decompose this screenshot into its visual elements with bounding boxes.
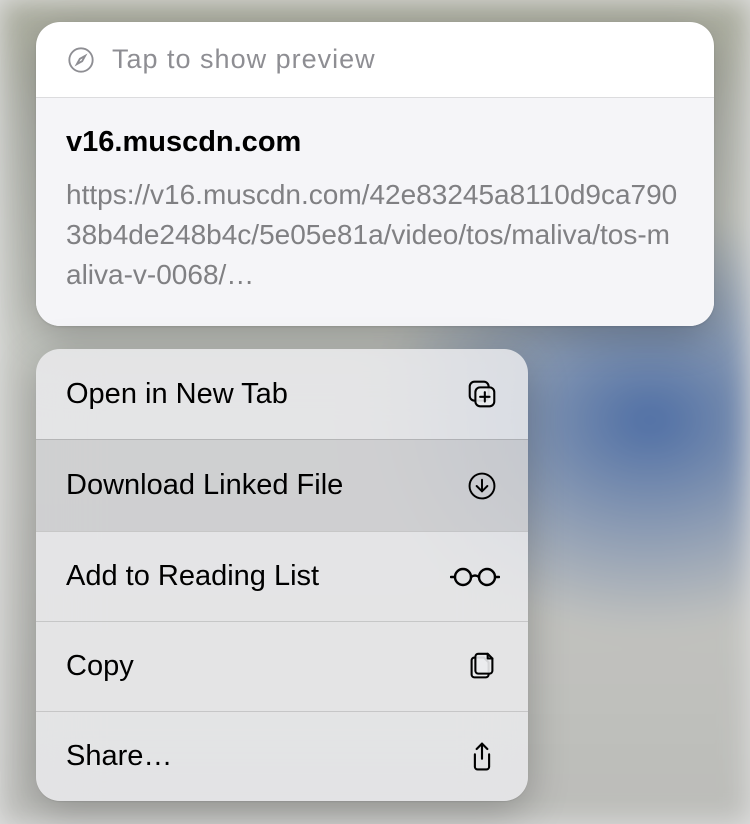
glasses-icon — [450, 559, 500, 595]
menu-item-label: Share… — [66, 740, 172, 773]
compass-icon — [66, 45, 96, 75]
context-menu: Open in New Tab Download Linked File Add… — [36, 349, 528, 801]
preview-body[interactable]: v16.muscdn.com https://v16.muscdn.com/​4… — [36, 98, 714, 326]
preview-url: https://v16.muscdn.com/​42e83245a8110d9c… — [66, 175, 684, 294]
menu-item-label: Open in New Tab — [66, 378, 288, 411]
tap-to-show-preview[interactable]: Tap to show preview — [36, 22, 714, 97]
tap-hint-text: Tap to show preview — [112, 44, 376, 75]
download-linked-file-item[interactable]: Download Linked File — [36, 439, 528, 531]
add-to-reading-list-item[interactable]: Add to Reading List — [36, 531, 528, 621]
open-in-new-tab-item[interactable]: Open in New Tab — [36, 349, 528, 439]
menu-item-label: Download Linked File — [66, 469, 343, 502]
new-tab-icon — [464, 376, 500, 412]
share-icon — [464, 739, 500, 775]
link-preview-card: Tap to show preview v16.muscdn.com https… — [36, 22, 714, 326]
share-item[interactable]: Share… — [36, 711, 528, 801]
copy-item[interactable]: Copy — [36, 621, 528, 711]
menu-item-label: Copy — [66, 650, 134, 683]
preview-domain: v16.muscdn.com — [66, 126, 684, 159]
menu-item-label: Add to Reading List — [66, 560, 319, 593]
download-icon — [464, 468, 500, 504]
copy-icon — [464, 649, 500, 685]
